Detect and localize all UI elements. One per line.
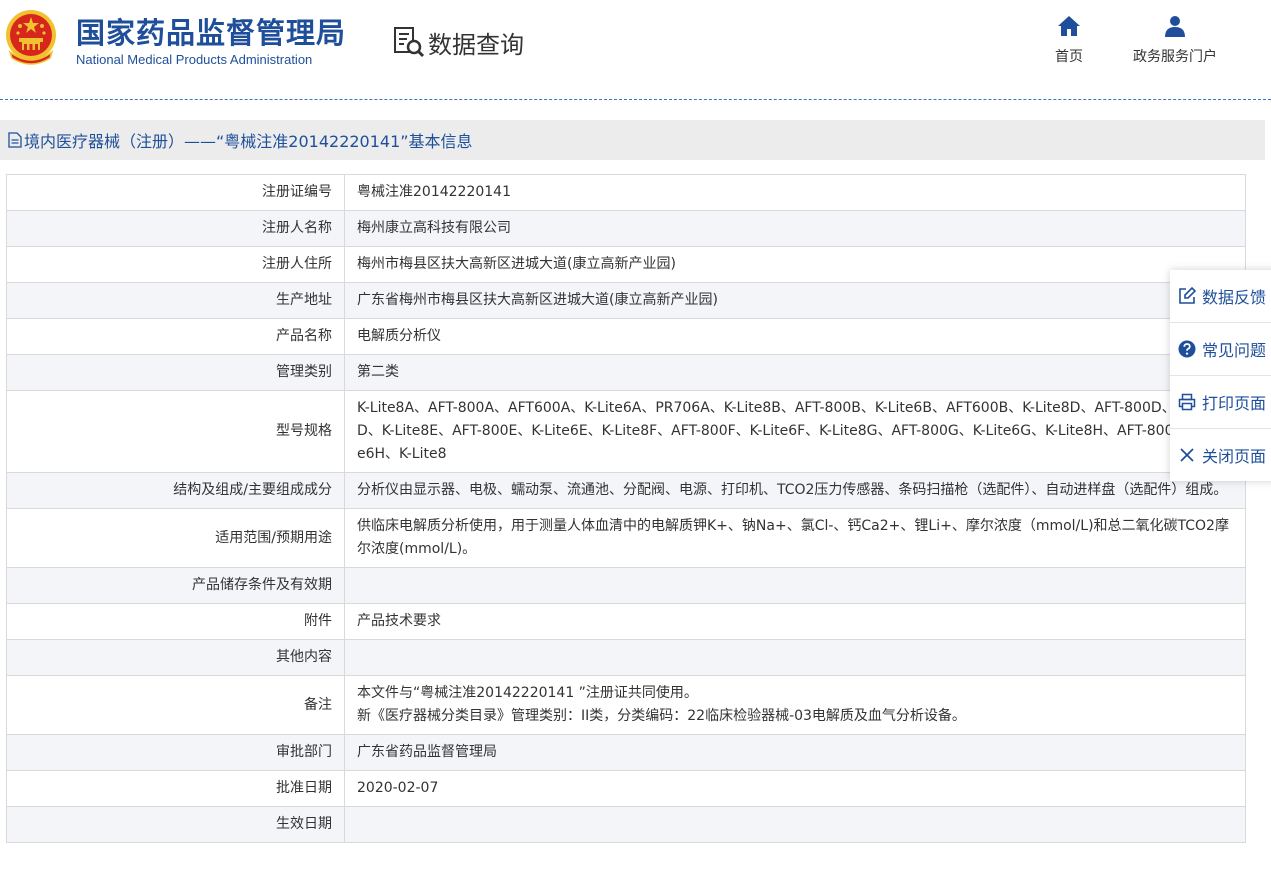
side-toolbar: 数据反馈 常见问题 打印页面 关闭页面 [1170,270,1271,481]
field-value-line: 分析仪由显示器、电极、蠕动泵、流通池、分配阀、电源、打印机、TCO2压力传感器、… [357,482,1228,498]
field-value-line: ​ [357,574,1233,597]
field-value-line: ​ [357,646,1233,669]
field-value-line: K-Lite8A、AFT-800A、AFT600A、K-Lite6A、PR706… [357,400,1228,462]
document-icon [8,132,22,148]
field-label: 产品储存条件及有效期 [6,567,345,604]
nav-service-portal[interactable]: 政务服务门户 [1133,14,1217,66]
field-value: 广东省梅州市梅县区扶大高新区进城大道(康立高新产业园) [344,282,1246,319]
field-value-line: 电解质分析仪 [357,328,441,344]
nav-home-label: 首页 [1055,49,1083,65]
info-table-body: 注册证编号 粤械注准20142220141 注册人名称 梅州康立高科技有限公司 注册人住… [6,174,1246,843]
field-value: ​ [344,567,1246,604]
org-name-en: National Medical Products Administration [76,52,313,67]
data-query-heading: 数据查询 [392,24,524,60]
field-label: 批准日期 [6,770,345,807]
org-name-cn: 国家药品监督管理局 [76,16,347,50]
table-row: 注册证编号 粤械注准20142220141 [6,174,1246,211]
field-value: 分析仪由显示器、电极、蠕动泵、流通池、分配阀、电源、打印机、TCO2压力传感器、… [344,472,1246,509]
field-value: 粤械注准20142220141 [344,174,1246,211]
section-title: 数据查询 [428,30,524,59]
faq-button[interactable]: 常见问题 [1170,323,1271,376]
table-row: 管理类别 第二类 [6,354,1246,391]
field-value-line: 新《医疗器械分类目录》管理类别：II类，分类编码：22临床检验器械-03电解质及… [357,708,966,724]
field-value-line: 2020-02-07 [357,780,439,796]
nav-service-portal-label: 政务服务门户 [1133,49,1217,65]
field-label: 型号规格 [6,390,345,473]
table-row: 生效日期 ​ [6,806,1246,843]
table-row: 生产地址 广东省梅州市梅县区扶大高新区进城大道(康立高新产业园) [6,282,1246,319]
field-label: 产品名称 [6,318,345,355]
table-row: 审批部门 广东省药品监督管理局 [6,734,1246,771]
field-value-line: 广东省药品监督管理局 [357,744,497,760]
info-table: 注册证编号 粤械注准20142220141 注册人名称 梅州康立高科技有限公司 注册人住… [6,174,1246,843]
table-row: 其他内容 ​ [6,639,1246,676]
table-row: 产品名称 电解质分析仪 [6,318,1246,355]
field-label: 注册人名称 [6,210,345,247]
field-value: 第二类 [344,354,1246,391]
table-row: 注册人住所 梅州市梅县区扶大高新区进城大道(康立高新产业园) [6,246,1246,283]
national-emblem-icon [6,10,56,65]
table-row: 备注 本文件与“粤械注准20142220141 ”注册证共同使用。新《医疗器械分类… [6,675,1246,735]
field-label: 生效日期 [6,806,345,843]
field-label: 附件 [6,603,345,640]
home-icon [1058,16,1080,36]
field-label: 注册人住所 [6,246,345,283]
field-value: 供临床电解质分析使用，用于测量人体血清中的电解质钾K+、钠Na+、氯Cl-、钙C… [344,508,1246,568]
header-divider [0,99,1271,100]
field-value: 本文件与“粤械注准20142220141 ”注册证共同使用。新《医疗器械分类目录… [344,675,1246,735]
printer-icon [1178,393,1196,411]
field-label: 备注 [6,675,345,735]
field-label: 注册证编号 [6,174,345,211]
field-value: 电解质分析仪 [344,318,1246,355]
table-row: 型号规格 K-Lite8A、AFT-800A、AFT600A、K-Lite6A、P… [6,390,1246,473]
close-page-button[interactable]: 关闭页面 [1170,429,1271,481]
table-row: 附件 产品技术要求 [6,603,1246,640]
field-value-line: 产品技术要求 [357,613,441,629]
field-value-line: 本文件与“粤械注准20142220141 ”注册证共同使用。 [357,685,698,701]
field-value: 广东省药品监督管理局 [344,734,1246,771]
close-icon [1180,448,1194,462]
print-button[interactable]: 打印页面 [1170,376,1271,429]
edit-icon [1179,287,1196,304]
field-value: 梅州康立高科技有限公司 [344,210,1246,247]
feedback-button[interactable]: 数据反馈 [1170,270,1271,323]
table-row: 结构及组成/主要组成成分 分析仪由显示器、电极、蠕动泵、流通池、分配阀、电源、打印… [6,472,1246,509]
field-label: 生产地址 [6,282,345,319]
nav-home[interactable]: 首页 [1055,14,1083,66]
info-table-container: 注册证编号 粤械注准20142220141 注册人名称 梅州康立高科技有限公司 注册人住… [6,174,1247,874]
field-value: 产品技术要求 [344,603,1246,640]
field-value-line: 广东省梅州市梅县区扶大高新区进城大道(康立高新产业园) [357,292,718,308]
site-header: 国家药品监督管理局 National Medical Products Admi… [0,0,1271,100]
record-title: 境内医疗器械（注册）——“粤械注准20142220141”基本信息 [24,132,473,151]
field-value-line: 梅州市梅县区扶大高新区进城大道(康立高新产业园) [357,256,676,272]
field-label: 其他内容 [6,639,345,676]
field-value: ​ [344,806,1246,843]
field-value: 梅州市梅县区扶大高新区进城大道(康立高新产业园) [344,246,1246,283]
print-label: 打印页面 [1202,394,1267,413]
record-title-bar: 境内医疗器械（注册）——“粤械注准20142220141”基本信息 [0,120,1265,160]
field-label: 结构及组成/主要组成成分 [6,472,345,509]
field-value-line: 供临床电解质分析使用，用于测量人体血清中的电解质钾K+、钠Na+、氯Cl-、钙C… [357,518,1229,557]
question-icon [1178,340,1196,358]
field-value: 2020-02-07 [344,770,1246,807]
field-label: 适用范围/预期用途 [6,508,345,568]
table-row: 适用范围/预期用途 供临床电解质分析使用，用于测量人体血清中的电解质钾K+、钠Na… [6,508,1246,568]
field-value-line: 第二类 [357,364,399,380]
faq-label: 常见问题 [1202,341,1267,360]
field-value-line: 粤械注准20142220141 [357,184,511,200]
field-label: 审批部门 [6,734,345,771]
close-page-label: 关闭页面 [1202,447,1267,466]
field-value-line: ​ [357,813,1233,836]
field-value: K-Lite8A、AFT-800A、AFT600A、K-Lite6A、PR706… [344,390,1246,473]
field-label: 管理类别 [6,354,345,391]
field-value: ​ [344,639,1246,676]
table-row: 注册人名称 梅州康立高科技有限公司 [6,210,1246,247]
document-search-icon [394,27,425,58]
feedback-label: 数据反馈 [1202,288,1267,307]
user-icon [1165,16,1185,37]
field-value-line: 梅州康立高科技有限公司 [357,220,511,236]
table-row: 产品储存条件及有效期 ​ [6,567,1246,604]
table-row: 批准日期 2020-02-07 [6,770,1246,807]
